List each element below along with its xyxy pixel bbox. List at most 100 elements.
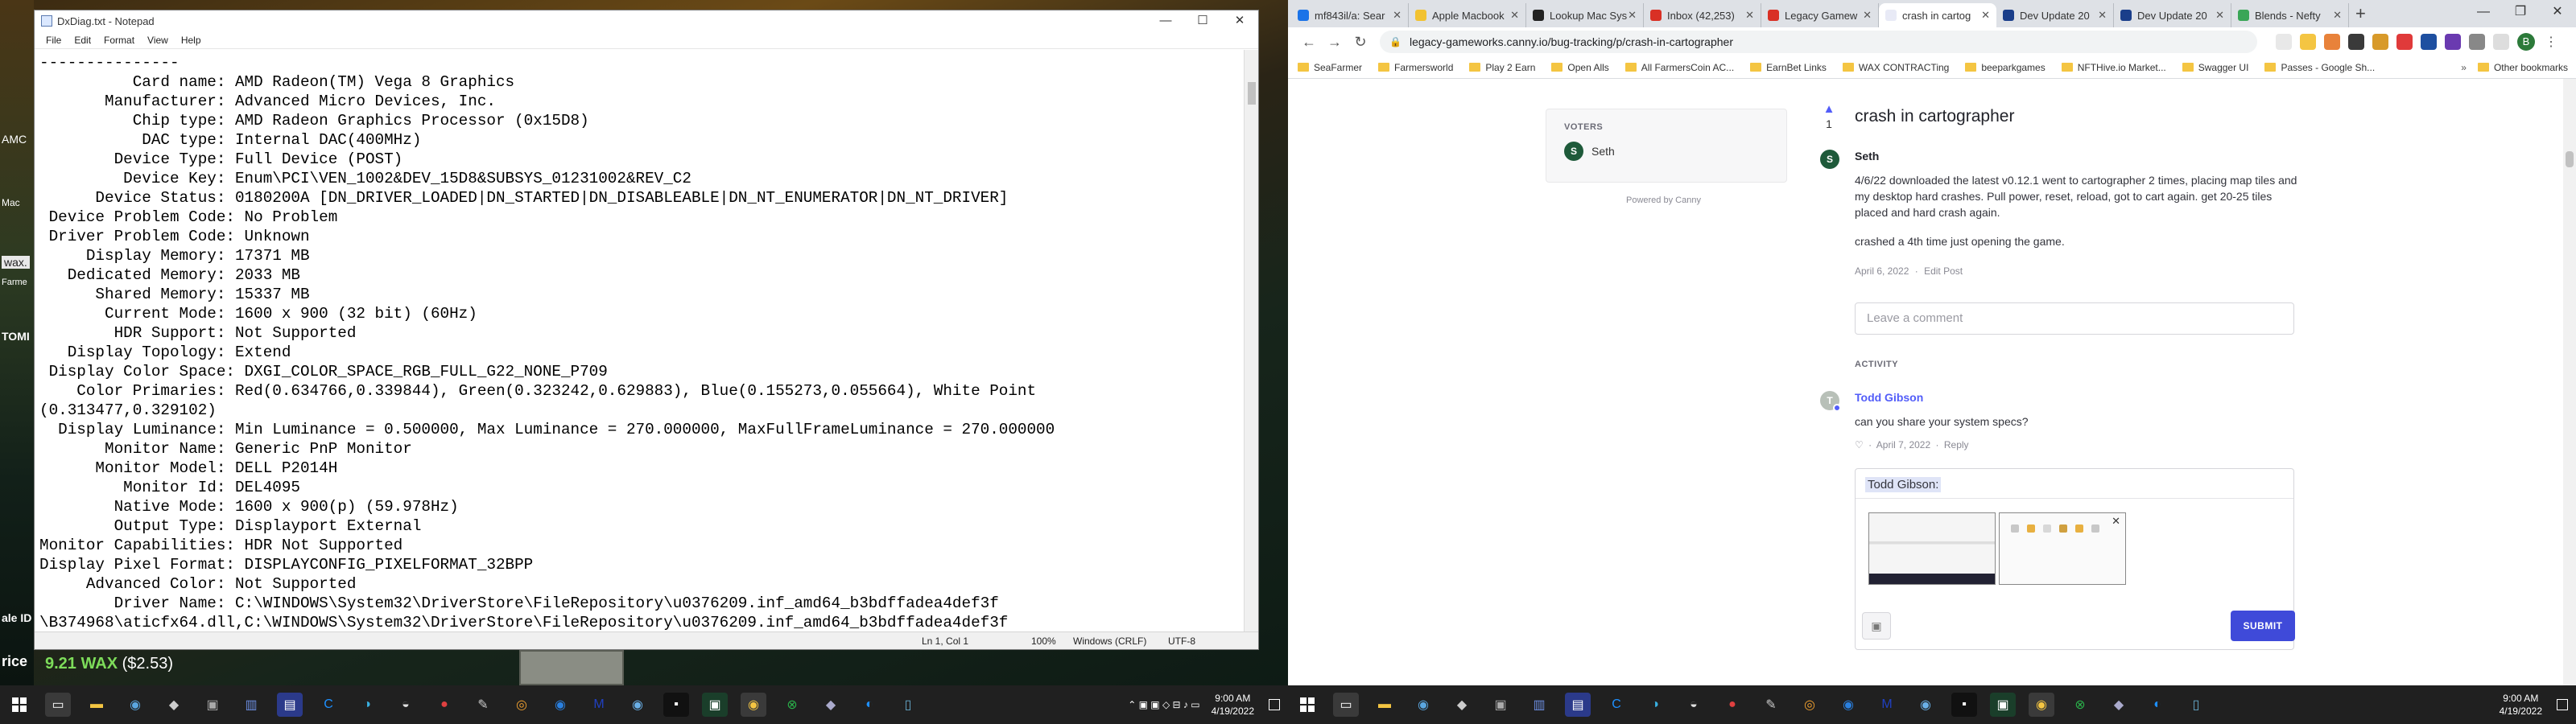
- browser-tab[interactable]: Blends - Nefty ✕: [2231, 3, 2349, 27]
- terminal-icon[interactable]: ▭: [45, 693, 71, 717]
- powered-by-link[interactable]: Powered by Canny: [1626, 195, 1701, 205]
- forward-icon[interactable]: →: [1322, 34, 1348, 51]
- app-icon[interactable]: ▣: [702, 693, 728, 717]
- post-author[interactable]: Seth: [1855, 150, 1879, 162]
- bookmark-item[interactable]: Farmersworld: [1378, 62, 1453, 73]
- app-icon[interactable]: ▪: [663, 693, 689, 717]
- xbox-icon[interactable]: ⊗: [779, 693, 805, 717]
- bookmark-item[interactable]: SeaFarmer: [1298, 62, 1362, 73]
- steam-icon[interactable]: ◉: [1410, 693, 1436, 717]
- notepad-taskbar-icon[interactable]: ▯: [895, 693, 921, 717]
- submit-button[interactable]: SUBMIT: [2231, 611, 2295, 641]
- page-scrollbar[interactable]: [2563, 79, 2576, 685]
- bookmark-item[interactable]: Passes - Google Sh...: [2264, 62, 2375, 73]
- sidepanel-icon[interactable]: [2493, 34, 2509, 50]
- close-icon[interactable]: ✕: [1221, 10, 1258, 31]
- app-icon[interactable]: M: [586, 693, 612, 717]
- metamask-icon[interactable]: [2324, 34, 2340, 50]
- xbox-icon[interactable]: ⊗: [2067, 693, 2093, 717]
- notepad-taskbar-icon[interactable]: ▯: [2183, 693, 2209, 717]
- bookmark-item[interactable]: beeparkgames: [1965, 62, 2046, 73]
- bookmark-item[interactable]: NFTHive.io Market...: [2061, 62, 2166, 73]
- file-explorer-icon[interactable]: ▬: [1372, 693, 1397, 717]
- reply-composer[interactable]: Todd Gibson: ✕ ▣ SUBMIT: [1855, 468, 2295, 650]
- address-bar[interactable]: 🔒 legacy-gameworks.canny.io/bug-tracking…: [1380, 31, 2257, 53]
- app-icon[interactable]: ✎: [1758, 693, 1784, 717]
- kebab-menu-icon[interactable]: ⋮: [2543, 34, 2559, 50]
- steam-icon[interactable]: ◉: [122, 693, 148, 717]
- upvote-widget[interactable]: ▲ 1: [1820, 103, 1838, 131]
- browser-tab[interactable]: mf843il/a: Sear ✕: [1291, 3, 1409, 27]
- app-icon[interactable]: ▪: [1951, 693, 1977, 717]
- app-icon[interactable]: M: [1874, 693, 1900, 717]
- browser-tab[interactable]: Inbox (42,253) ✕: [1644, 3, 1761, 27]
- browser-tab[interactable]: Dev Update 20 ✕: [2114, 3, 2231, 27]
- notification-icon[interactable]: [1269, 699, 1280, 710]
- notepad-window[interactable]: DxDiag.txt - Notepad — ☐ ✕ File Edit For…: [34, 10, 1259, 650]
- attach-image-icon[interactable]: ▣: [1862, 612, 1891, 640]
- app-icon[interactable]: ▥: [238, 693, 264, 717]
- edge-icon[interactable]: ◐: [2145, 693, 2170, 717]
- chrome-icon[interactable]: ◉: [2029, 693, 2054, 717]
- app-icon[interactable]: ◉: [1835, 693, 1861, 717]
- app-icon[interactable]: ◆: [1449, 693, 1475, 717]
- heart-icon[interactable]: ♡: [1855, 439, 1864, 450]
- tab-close-icon[interactable]: ✕: [1981, 9, 1990, 22]
- tab-close-icon[interactable]: ✕: [1393, 9, 1402, 22]
- menu-view[interactable]: View: [141, 35, 175, 46]
- notepad-vertical-scrollbar[interactable]: [1244, 50, 1258, 631]
- extension-icon[interactable]: [2372, 34, 2388, 50]
- browser-tab[interactable]: Legacy Gamew ✕: [1761, 3, 1879, 27]
- extension-icon[interactable]: [2396, 34, 2413, 50]
- menu-file[interactable]: File: [39, 35, 68, 46]
- game-icon[interactable]: ▣: [1488, 693, 1513, 717]
- app-icon[interactable]: ▤: [277, 693, 303, 717]
- attached-image-thumbnail[interactable]: ✕: [1999, 512, 2126, 585]
- comment-input[interactable]: Leave a comment: [1855, 302, 2294, 335]
- app-icon[interactable]: ▥: [1526, 693, 1552, 717]
- app-icon[interactable]: ◉: [547, 693, 573, 717]
- tab-close-icon[interactable]: ✕: [2215, 9, 2224, 22]
- browser-tab[interactable]: Lookup Mac Sys ✕: [1526, 3, 1644, 27]
- game-icon[interactable]: ▣: [200, 693, 225, 717]
- maximize-icon[interactable]: ☐: [1184, 10, 1221, 31]
- app-icon[interactable]: ◑: [354, 693, 380, 717]
- lock-icon[interactable]: 🔒: [1389, 36, 1402, 47]
- app-icon[interactable]: ◆: [161, 693, 187, 717]
- notepad-text-area[interactable]: --------------- Card name: AMD Radeon(TM…: [35, 50, 1244, 631]
- commenter-name[interactable]: Todd Gibson: [1855, 391, 1923, 404]
- minimize-icon[interactable]: —: [2465, 0, 2502, 24]
- other-bookmarks[interactable]: Other bookmarks: [2494, 62, 2568, 73]
- tab-close-icon[interactable]: ✕: [2333, 9, 2342, 22]
- steam-icon[interactable]: ◉: [1913, 693, 1938, 717]
- tab-close-icon[interactable]: ✕: [1628, 9, 1637, 22]
- app-icon[interactable]: ◎: [509, 693, 535, 717]
- puzzle-icon[interactable]: [2469, 34, 2485, 50]
- app-icon[interactable]: ◒: [1681, 693, 1707, 717]
- menu-help[interactable]: Help: [175, 35, 208, 46]
- new-tab-button[interactable]: +: [2355, 3, 2366, 27]
- extension-icon[interactable]: [2445, 34, 2461, 50]
- clock[interactable]: 9:00 AM 4/19/2022: [1212, 692, 1254, 718]
- tab-close-icon[interactable]: ✕: [2098, 9, 2107, 22]
- extension-icon[interactable]: [2348, 34, 2364, 50]
- app-icon[interactable]: ✎: [470, 693, 496, 717]
- reload-icon[interactable]: ↻: [1348, 34, 1373, 51]
- edge-icon[interactable]: ◐: [857, 693, 882, 717]
- bookmark-item[interactable]: Play 2 Earn: [1469, 62, 1535, 73]
- bookmark-item[interactable]: Swagger UI: [2182, 62, 2248, 73]
- start-icon[interactable]: [1294, 693, 1320, 717]
- app-icon[interactable]: ◆: [2106, 693, 2132, 717]
- extension-icon[interactable]: [2421, 34, 2437, 50]
- app-icon[interactable]: ▤: [1565, 693, 1591, 717]
- close-icon[interactable]: ✕: [2539, 0, 2576, 24]
- minimize-icon[interactable]: —: [1147, 10, 1184, 31]
- app-icon[interactable]: ◑: [1642, 693, 1668, 717]
- app-icon[interactable]: ●: [431, 693, 457, 717]
- steam-icon[interactable]: ◉: [625, 693, 650, 717]
- profile-avatar[interactable]: B: [2517, 33, 2535, 51]
- remove-attachment-icon[interactable]: ✕: [2112, 515, 2120, 528]
- app-icon[interactable]: ◒: [393, 693, 419, 717]
- bookmark-item[interactable]: Open Alls: [1551, 62, 1609, 73]
- app-icon[interactable]: ▣: [1990, 693, 2016, 717]
